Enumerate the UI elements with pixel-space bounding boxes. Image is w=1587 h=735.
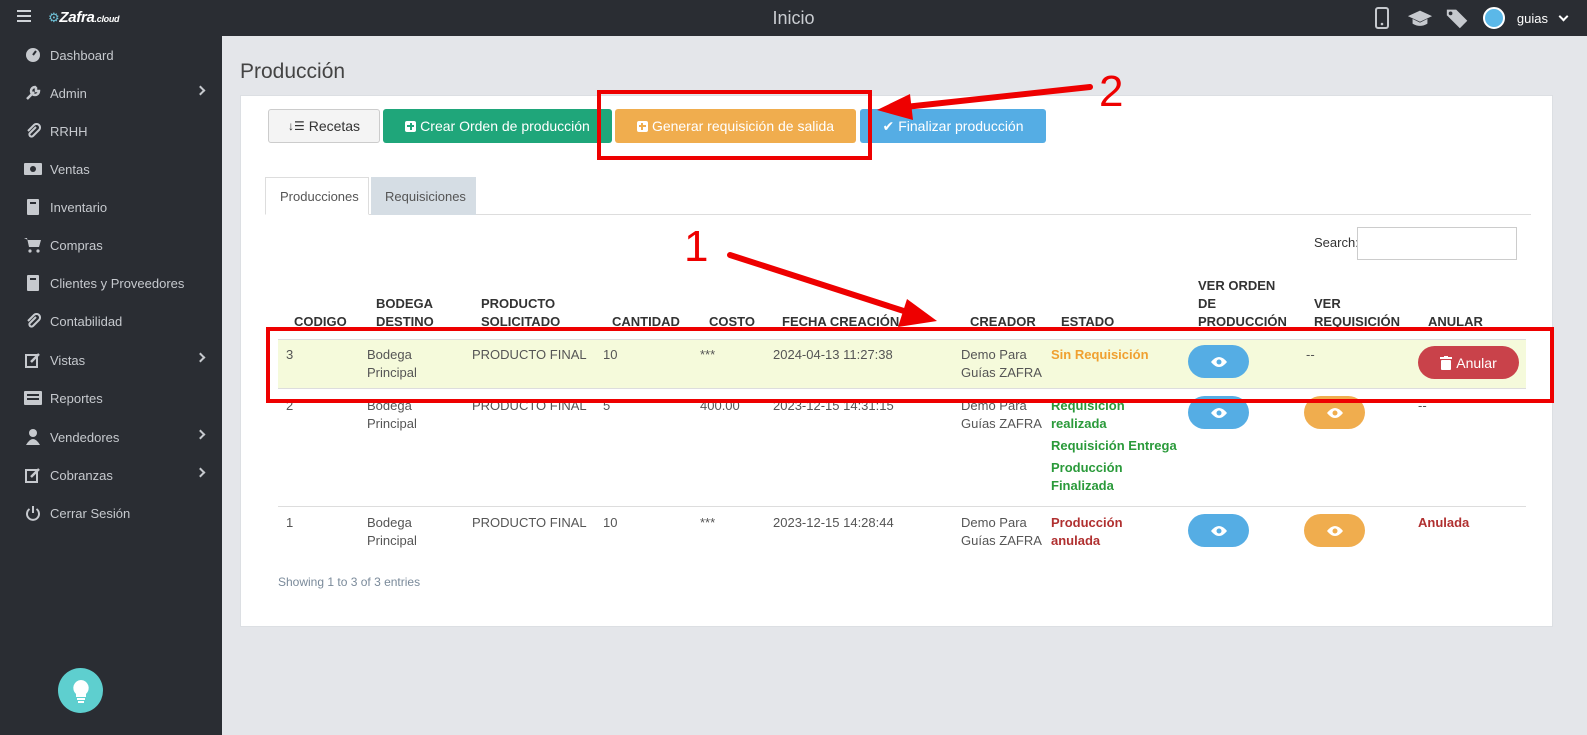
user-icon bbox=[24, 428, 42, 446]
annotation-label-1: 1 bbox=[684, 222, 709, 271]
sidebar-item-vistas[interactable]: Vistas bbox=[0, 341, 222, 379]
sidebar: Dashboard Admin RRHH Ventas Inventario C… bbox=[0, 36, 222, 735]
cell-fecha: 2023-12-15 14:28:44 bbox=[773, 515, 894, 530]
sidebar-item-contabilidad[interactable]: Contabilidad bbox=[0, 302, 222, 340]
cell-bodega: Principal bbox=[367, 416, 417, 431]
status-badge: Producción bbox=[1051, 460, 1123, 475]
status-badge: anulada bbox=[1051, 533, 1101, 548]
chevron-right-icon bbox=[195, 467, 206, 478]
sidebar-item-vendedores[interactable]: Vendedores bbox=[0, 418, 222, 456]
mobile-icon[interactable] bbox=[1369, 6, 1395, 30]
money-icon bbox=[24, 160, 42, 178]
user-name[interactable]: guias bbox=[1517, 11, 1548, 26]
tags-icon[interactable] bbox=[1445, 6, 1471, 30]
wrench-icon bbox=[24, 84, 42, 102]
tab-producciones[interactable]: Producciones bbox=[265, 177, 369, 215]
search-input[interactable] bbox=[1357, 227, 1517, 260]
header-producto-solicitado-line1[interactable]: PRODUCTO bbox=[481, 295, 555, 313]
status-badge: Producción bbox=[1051, 515, 1123, 530]
eye-icon bbox=[1210, 525, 1227, 536]
book-icon bbox=[24, 274, 42, 292]
chevron-right-icon bbox=[195, 352, 206, 363]
cell-costo: *** bbox=[700, 515, 716, 530]
list-icon bbox=[24, 389, 42, 407]
cart-icon bbox=[24, 236, 42, 254]
sidebar-item-cerrar-sesion[interactable]: Cerrar Sesión bbox=[0, 494, 222, 532]
plus-square-icon bbox=[405, 120, 417, 132]
edit-icon bbox=[24, 351, 42, 369]
tab-bar: Producciones Requisiciones bbox=[265, 177, 1531, 215]
annotation-box-1 bbox=[266, 327, 1554, 403]
cell-bodega: Bodega bbox=[367, 515, 412, 530]
status-badge: Finalizada bbox=[1051, 478, 1114, 493]
power-icon bbox=[24, 504, 42, 522]
cell-creador: Demo Para bbox=[961, 515, 1027, 530]
top-icons: guias bbox=[1369, 6, 1569, 30]
recetas-button[interactable]: ↓☰ Recetas bbox=[268, 109, 380, 143]
lightbulb-help-button[interactable] bbox=[58, 668, 103, 713]
status-anulada: Anulada bbox=[1418, 515, 1470, 530]
finalize-production-button[interactable]: ✔ Finalizar producción bbox=[860, 109, 1046, 143]
create-production-order-button[interactable]: Crear Orden de producción bbox=[383, 109, 612, 143]
status-badge: Requisición Entrega bbox=[1051, 438, 1177, 453]
sidebar-item-cobranzas[interactable]: Cobranzas bbox=[0, 456, 222, 494]
annotation-label-2: 2 bbox=[1099, 67, 1124, 116]
cell-creador: Guías ZAFRA bbox=[961, 533, 1042, 548]
sidebar-item-rrhh[interactable]: RRHH bbox=[0, 112, 222, 150]
eye-icon bbox=[1326, 525, 1343, 536]
user-avatar[interactable] bbox=[1482, 7, 1505, 29]
cell-producto: PRODUCTO FINAL bbox=[472, 515, 587, 530]
table-info: Showing 1 to 3 of 3 entries bbox=[278, 575, 421, 589]
cell-codigo: 1 bbox=[286, 515, 294, 530]
paperclip-icon bbox=[24, 312, 42, 330]
page-header: Inicio bbox=[772, 8, 815, 28]
book-icon bbox=[24, 198, 42, 216]
sidebar-item-dashboard[interactable]: Dashboard bbox=[0, 36, 222, 74]
sort-amount-icon: ↓☰ bbox=[287, 119, 305, 133]
chevron-right-icon bbox=[195, 429, 206, 440]
cell-bodega: Principal bbox=[367, 533, 417, 548]
annotation-box-2 bbox=[597, 90, 872, 160]
eye-icon bbox=[1210, 407, 1227, 418]
dashboard-icon bbox=[24, 46, 42, 64]
sidebar-item-compras[interactable]: Compras bbox=[0, 226, 222, 264]
chevron-right-icon bbox=[195, 85, 206, 96]
chevron-down-icon[interactable] bbox=[1558, 11, 1569, 21]
header-ver-orden-line1[interactable]: VER ORDEN bbox=[1198, 277, 1275, 295]
sidebar-item-admin[interactable]: Admin bbox=[0, 74, 222, 112]
row-divider bbox=[278, 506, 1526, 507]
view-requisition-button[interactable] bbox=[1304, 514, 1365, 547]
search-label: Search: bbox=[1314, 235, 1359, 250]
cell-cantidad: 10 bbox=[603, 515, 618, 530]
eye-icon bbox=[1326, 407, 1343, 418]
view-order-button[interactable] bbox=[1188, 514, 1249, 547]
paperclip-icon bbox=[24, 122, 42, 140]
sidebar-item-reportes[interactable]: Reportes bbox=[0, 379, 222, 417]
sidebar-item-clientes-proveedores[interactable]: Clientes y Proveedores bbox=[0, 264, 222, 302]
graduation-cap-icon[interactable] bbox=[1407, 6, 1433, 30]
tab-requisiciones[interactable]: Requisiciones bbox=[371, 177, 476, 215]
page-title: Producción bbox=[240, 60, 346, 83]
status-badge: realizada bbox=[1051, 416, 1107, 431]
header-ver-requisicion-line1[interactable]: VER bbox=[1314, 295, 1341, 313]
sidebar-item-inventario[interactable]: Inventario bbox=[0, 188, 222, 226]
top-bar: ⚙Zafra.cloud Inicio guias bbox=[0, 0, 1587, 36]
edit-icon bbox=[24, 466, 42, 484]
sidebar-item-ventas[interactable]: Ventas bbox=[0, 150, 222, 188]
check-icon: ✔ bbox=[882, 117, 895, 134]
header-bodega-destino-line1[interactable]: BODEGA bbox=[376, 295, 433, 313]
header-ver-orden-line2[interactable]: DE bbox=[1198, 295, 1216, 313]
cell-creador: Guías ZAFRA bbox=[961, 416, 1042, 431]
lightbulb-icon bbox=[72, 679, 89, 703]
